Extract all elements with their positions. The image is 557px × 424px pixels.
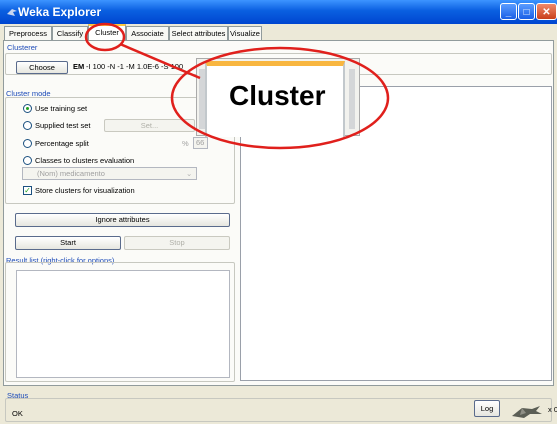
highlight-overlay	[84, 22, 390, 150]
zoom-highlight-circle	[170, 46, 390, 150]
tab-highlight-circle	[84, 22, 126, 52]
